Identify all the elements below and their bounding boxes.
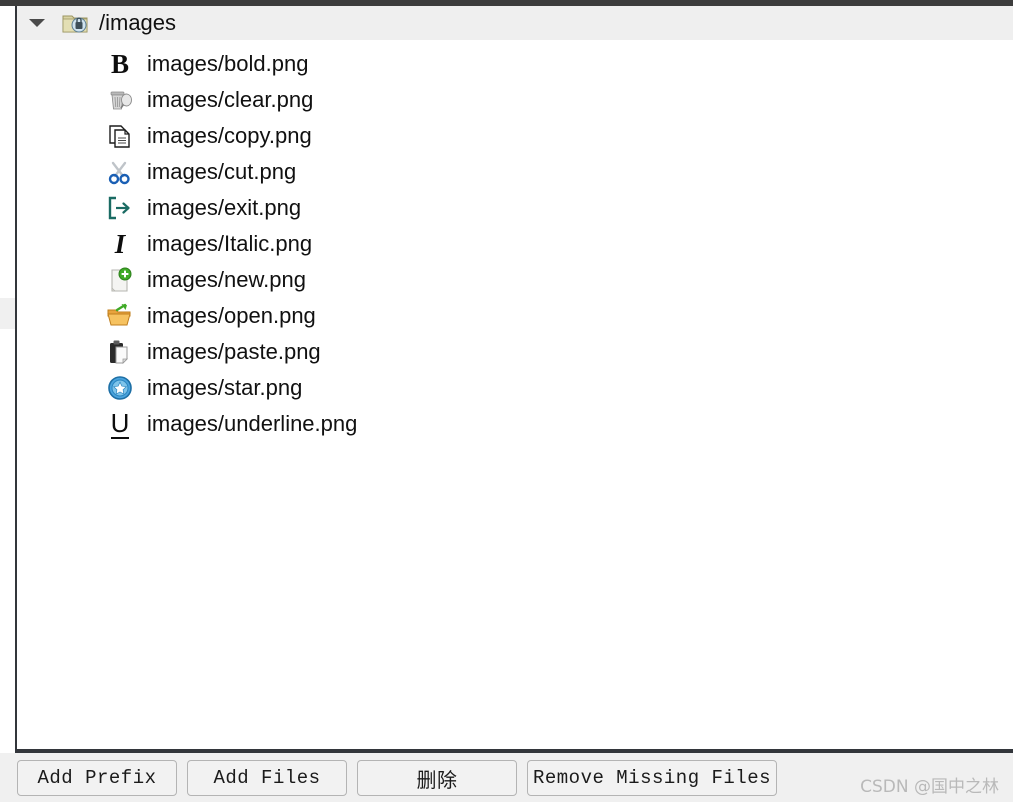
list-item[interactable]: images/exit.png: [17, 190, 1013, 226]
outer-vertical-scrollbar[interactable]: [0, 6, 15, 750]
list-item[interactable]: images/copy.png: [17, 118, 1013, 154]
file-path-label: images/bold.png: [147, 51, 309, 76]
bold-icon: B: [110, 48, 129, 79]
clipboard-paste-icon: [103, 337, 137, 367]
file-rows-container: B images/bold.png images/clear.png image…: [17, 46, 1013, 442]
list-item[interactable]: I images/Italic.png: [17, 226, 1013, 262]
file-path-label: images/new.png: [147, 267, 306, 292]
file-path-label: images/underline.png: [147, 411, 358, 436]
file-path-label: images/clear.png: [147, 87, 314, 112]
file-path-label: images/star.png: [147, 375, 303, 400]
new-document-icon: [103, 265, 137, 295]
watermark-label: CSDN @国中之林: [860, 777, 999, 797]
open-folder-icon: [103, 301, 137, 331]
tree-root-row[interactable]: /images: [17, 6, 1013, 40]
file-list-panel[interactable]: /images B images/bold.png images/clear.p…: [15, 6, 1013, 750]
file-path-label: images/copy.png: [147, 123, 312, 148]
file-path-label: images/cut.png: [147, 159, 297, 184]
add-prefix-button[interactable]: Add Prefix: [17, 760, 177, 796]
list-item[interactable]: images/new.png: [17, 262, 1013, 298]
bottom-toolbar: Add Prefix Add Files 删除 Remove Missing F…: [0, 753, 1013, 802]
copy-pages-icon: [103, 121, 137, 151]
toolbar-button-row: Add Prefix Add Files 删除 Remove Missing F…: [17, 760, 777, 796]
list-item[interactable]: images/star.png: [17, 370, 1013, 406]
outer-scrollbar-thumb[interactable]: [0, 298, 15, 329]
file-path-label: images/exit.png: [147, 195, 302, 220]
chevron-down-icon[interactable]: [17, 19, 59, 27]
list-item[interactable]: U images/underline.png: [17, 406, 1013, 442]
star-badge-icon: [103, 373, 137, 403]
folder-locked-icon: [59, 12, 91, 34]
add-files-button[interactable]: Add Files: [187, 760, 347, 796]
file-path-label: images/open.png: [147, 303, 316, 328]
trash-can-icon: [103, 85, 137, 115]
list-item[interactable]: images/open.png: [17, 298, 1013, 334]
list-item[interactable]: images/clear.png: [17, 82, 1013, 118]
list-item[interactable]: images/paste.png: [17, 334, 1013, 370]
list-item[interactable]: B images/bold.png: [17, 46, 1013, 82]
delete-button[interactable]: 删除: [357, 760, 517, 796]
exit-arrow-icon: [103, 193, 137, 223]
underline-icon: U: [110, 407, 130, 439]
remove-missing-files-button[interactable]: Remove Missing Files: [527, 760, 777, 796]
tree-root-label: /images: [99, 10, 177, 35]
file-path-label: images/paste.png: [147, 339, 321, 364]
italic-icon: I: [114, 228, 126, 259]
file-path-label: images/Italic.png: [147, 231, 313, 256]
scissors-icon: [103, 157, 137, 187]
list-item[interactable]: images/cut.png: [17, 154, 1013, 190]
